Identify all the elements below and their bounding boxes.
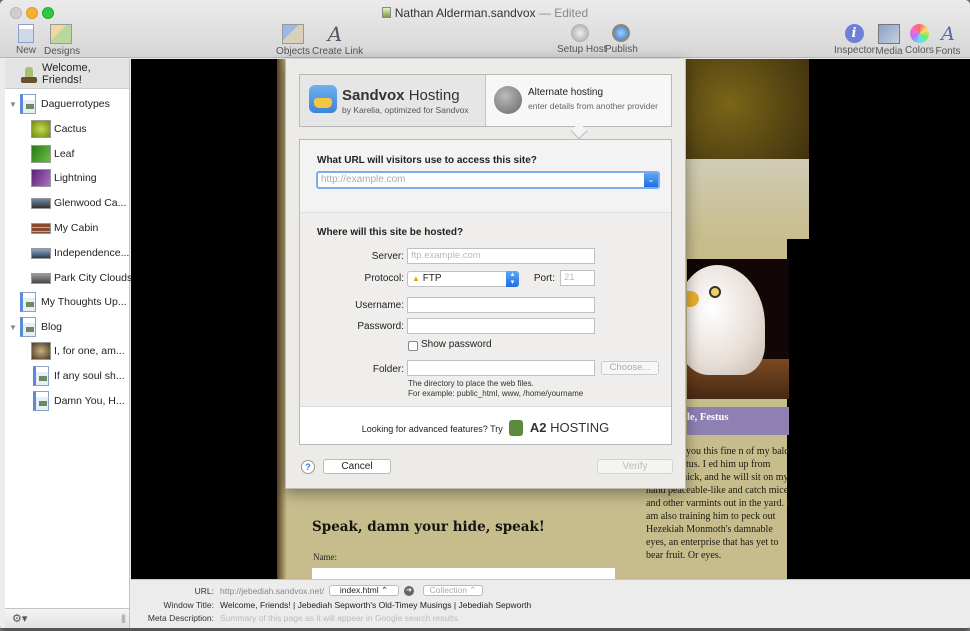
- collection-page-icon: [20, 94, 36, 114]
- sandcastle-logo-icon: [309, 85, 337, 113]
- site-url-combobox[interactable]: http://example.com ⌄: [316, 171, 660, 189]
- fonts-icon: A: [941, 23, 955, 45]
- a2-hosting-promo[interactable]: Looking for advanced features? Try A2 HO…: [300, 406, 671, 444]
- media-icon: [878, 24, 900, 44]
- alternate-hosting-panel: What URL will visitors use to access thi…: [299, 139, 672, 445]
- go-arrow-icon[interactable]: ➜: [404, 586, 414, 596]
- page-icon: [20, 292, 36, 312]
- designs-button[interactable]: Designs: [44, 24, 80, 57]
- sidebar-item-independence[interactable]: Independence...: [31, 242, 129, 264]
- sandcastle-home-icon: [19, 65, 38, 83]
- bald-eagle-photo: [687, 259, 789, 399]
- chevron-down-icon[interactable]: ⌄: [644, 173, 658, 187]
- choose-folder-button[interactable]: Choose...: [601, 361, 659, 375]
- fonts-button[interactable]: A Fonts: [935, 24, 961, 57]
- port-field[interactable]: 21: [560, 270, 595, 286]
- page-icon: [33, 391, 49, 411]
- file-name-popup[interactable]: index.html ⌃: [329, 585, 399, 596]
- host-choice-segment: Sandvox Hosting by Karelia, optimized fo…: [299, 74, 672, 127]
- sidebar-item-cactus[interactable]: Cactus: [31, 118, 87, 140]
- sidebar-item-glenwood[interactable]: Glenwood Ca...: [31, 192, 126, 214]
- publish-icon: [612, 24, 630, 42]
- clouds-thumbnail-icon: [31, 272, 51, 284]
- gear-icon[interactable]: ⚙▾: [12, 612, 27, 625]
- setup-host-icon: [571, 24, 589, 42]
- host-setup-sheet: Sandvox Hosting by Karelia, optimized fo…: [285, 59, 686, 489]
- inspector-button[interactable]: i Inspector: [834, 24, 875, 56]
- sidebar-item-daguerrotypes[interactable]: ▼ Daguerrotypes: [9, 93, 110, 115]
- new-page-icon: [18, 24, 34, 43]
- canyon-thumbnail-icon: [31, 197, 51, 209]
- create-link-icon: A: [327, 22, 343, 46]
- collection-popup[interactable]: Collection ⌃: [423, 585, 483, 596]
- photo-caption: le, Festus: [687, 407, 789, 435]
- lightning-thumbnail-icon: [31, 169, 51, 187]
- photo-thumbnail-icon: [31, 342, 51, 360]
- page-icon: [33, 366, 49, 386]
- page-details-bar: URL: http://jebediah.sandvox.net/ index.…: [131, 579, 970, 628]
- sidebar-item-damn-you[interactable]: Damn You, H...: [33, 390, 125, 412]
- app-window: Nathan Alderman.sandvox — Edited New Des…: [0, 0, 970, 631]
- site-outline-sidebar: Welcome, Friends! ▼ Daguerrotypes Cactus …: [5, 59, 132, 608]
- sandvox-hosting-option[interactable]: Sandvox Hosting by Karelia, optimized fo…: [300, 75, 485, 126]
- objects-button[interactable]: Objects: [276, 24, 310, 57]
- sidebar-item-if-any-soul[interactable]: If any soul sh...: [33, 365, 125, 387]
- new-button[interactable]: New: [12, 24, 40, 56]
- sidebar-item-i-for-one[interactable]: I, for one, am...: [31, 340, 125, 362]
- inspector-icon: i: [844, 24, 864, 43]
- sidebar-home-item[interactable]: Welcome, Friends!: [5, 59, 129, 89]
- edited-status: Edited: [554, 6, 589, 20]
- folder-hint: The directory to place the web files. For…: [408, 379, 584, 398]
- server-field[interactable]: ftp.example.com: [407, 248, 595, 264]
- landscape-thumbnail-icon: [31, 247, 51, 259]
- create-link-button[interactable]: A Create Link: [312, 22, 363, 57]
- name-input[interactable]: [312, 568, 615, 579]
- a2-logo-icon: [509, 420, 524, 436]
- sidebar-item-my-thoughts[interactable]: My Thoughts Up...: [20, 291, 127, 313]
- media-button[interactable]: Media: [875, 24, 903, 57]
- contact-heading: Speak, damn your hide, speak!: [312, 519, 545, 535]
- sidebar-item-park-city-clouds[interactable]: Park City Clouds: [31, 267, 132, 289]
- sidebar-item-leaf[interactable]: Leaf: [31, 143, 74, 165]
- verify-button[interactable]: Verify: [597, 459, 673, 474]
- setup-host-button[interactable]: Setup Host: [557, 24, 606, 55]
- url-question: What URL will visitors use to access thi…: [317, 155, 537, 166]
- name-label: Name:: [313, 552, 337, 562]
- publish-button[interactable]: Publish: [605, 24, 638, 55]
- window-title: Nathan Alderman.sandvox — Edited: [0, 6, 970, 20]
- splitter-handle-icon[interactable]: |||: [121, 613, 126, 623]
- colors-button[interactable]: Colors: [905, 24, 934, 56]
- cabin-thumbnail-icon: [31, 222, 51, 234]
- sidebar-footer: ⚙▾ |||: [5, 608, 130, 628]
- designs-icon: [50, 24, 72, 44]
- show-password-checkbox[interactable]: [408, 341, 418, 351]
- password-field[interactable]: [407, 318, 595, 334]
- host-question: Where will this site be hosted?: [317, 227, 464, 238]
- cactus-thumbnail-icon: [31, 120, 51, 138]
- title-bar: Nathan Alderman.sandvox — Edited New Des…: [0, 0, 970, 58]
- url-base: http://jebediah.sandvox.net/: [220, 586, 324, 596]
- sidebar-item-my-cabin[interactable]: My Cabin: [31, 217, 98, 239]
- alternate-hosting-option[interactable]: Alternate hosting enter details from ano…: [485, 75, 671, 126]
- window-title-field[interactable]: Welcome, Friends! | Jebediah Sepworth's …: [220, 600, 531, 610]
- objects-icon: [282, 24, 304, 44]
- username-field[interactable]: [407, 297, 595, 313]
- meta-description-field[interactable]: Summary of this page as it will appear i…: [220, 613, 460, 623]
- disclosure-triangle-icon[interactable]: ▼: [9, 323, 17, 332]
- document-icon: [381, 7, 391, 18]
- folder-field[interactable]: [407, 360, 595, 376]
- sidebar-item-blog[interactable]: ▼ Blog: [9, 316, 62, 338]
- globe-icon: [494, 86, 522, 114]
- sidebar-item-lightning[interactable]: Lightning: [31, 167, 97, 189]
- collection-page-icon: [20, 317, 36, 337]
- disclosure-triangle-icon[interactable]: ▼: [9, 100, 17, 109]
- leaf-thumbnail-icon: [31, 145, 51, 163]
- cancel-button[interactable]: Cancel: [323, 459, 391, 474]
- show-password-label: Show password: [421, 339, 492, 350]
- warning-icon: ▲: [412, 274, 420, 283]
- help-button[interactable]: ?: [301, 460, 315, 474]
- colors-icon: [909, 24, 929, 43]
